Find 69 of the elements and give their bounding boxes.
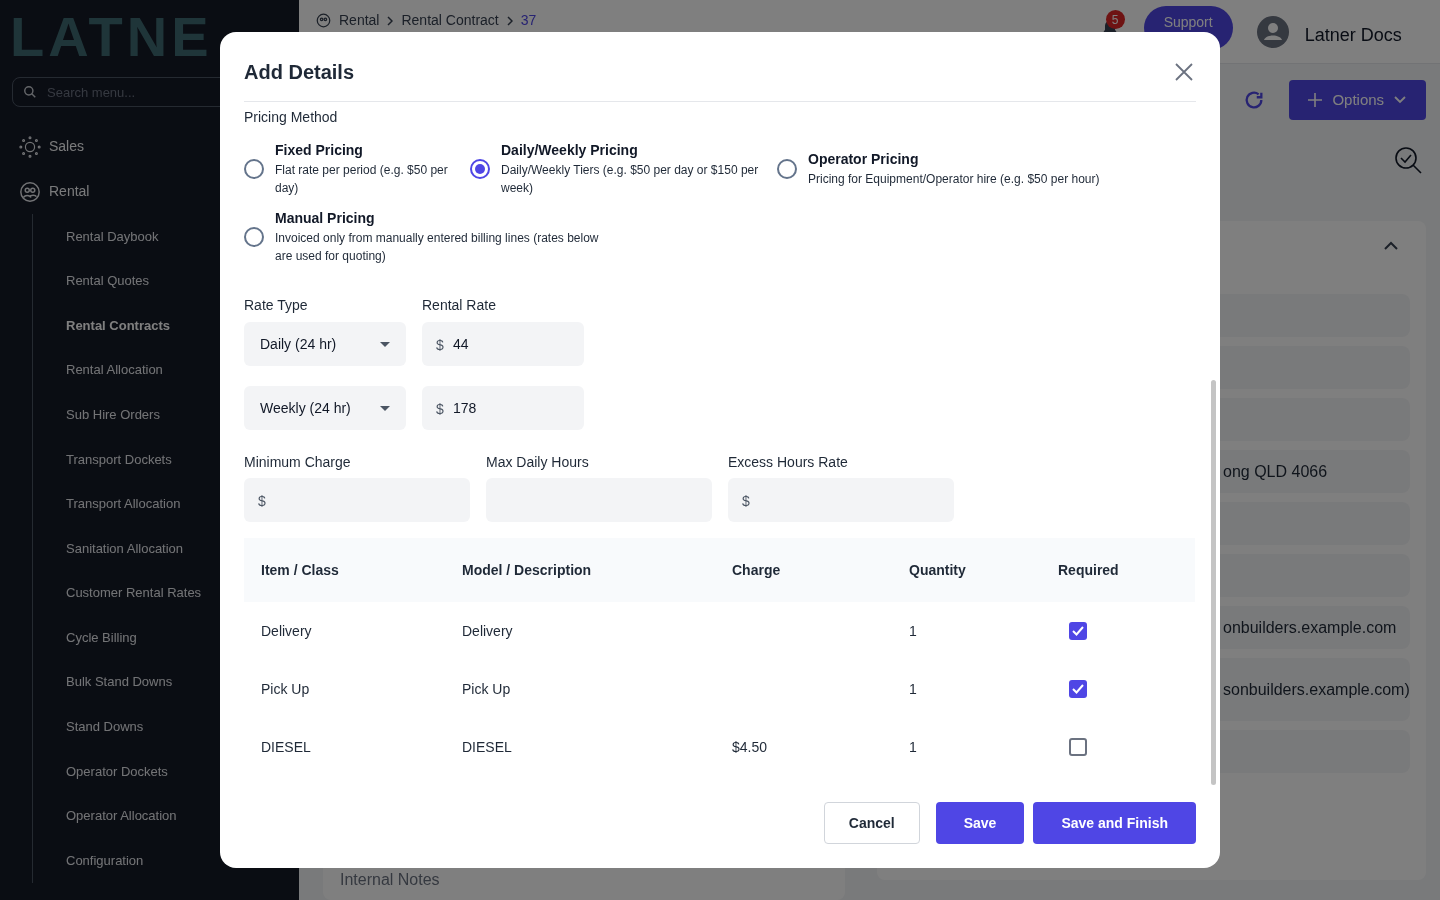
group-icon: [19, 180, 41, 203]
option-description: Pricing for Equipment/Operator hire (e.g. $50 per hour): [808, 171, 1100, 188]
option-title: Daily/Weekly Pricing: [501, 141, 639, 159]
user-name: Latner Docs: [1304, 24, 1402, 47]
table-cell-text: 1: [909, 621, 918, 641]
search-icon: [23, 85, 37, 99]
notes-label: Internal Notes: [340, 870, 440, 890]
field-label: Excess Hours Rate: [728, 453, 849, 472]
dialog-button[interactable]: Save: [935, 802, 1025, 844]
check-icon: [1072, 684, 1084, 694]
radio-button[interactable]: [470, 159, 490, 179]
table-cell-text: Delivery: [261, 621, 313, 641]
options-button[interactable]: Options: [1288, 80, 1426, 120]
search-check-icon: [1393, 146, 1424, 176]
chevron-down-icon: [1394, 96, 1407, 104]
table-cell-text: $4.50: [732, 737, 769, 757]
avatar-icon: [1256, 16, 1289, 48]
table-cell-text: 1: [909, 679, 918, 699]
dialog-button[interactable]: Cancel: [823, 802, 920, 844]
checkbox[interactable]: [1069, 680, 1087, 698]
group-icon: [316, 13, 331, 28]
table-cell-text: DIESEL: [261, 737, 312, 757]
checkbox[interactable]: [1069, 622, 1087, 640]
option-title: Fixed Pricing: [275, 141, 364, 159]
checkbox[interactable]: [1069, 738, 1087, 756]
option-description: Flat rate per period (e.g. $50 per day): [275, 162, 449, 197]
plus-icon: [1308, 93, 1323, 107]
option-title: Manual Pricing: [275, 209, 376, 227]
chevron-up-icon: [1383, 241, 1398, 250]
chevron-right-icon: [387, 15, 394, 26]
radio-button[interactable]: [244, 159, 264, 179]
dialog-button[interactable]: Save and Finish: [1033, 802, 1196, 844]
column-header: Item / Class: [261, 560, 340, 580]
currency-prefix: $: [742, 492, 750, 511]
caret-icon: [380, 405, 390, 411]
field-label: Rental Rate: [422, 296, 497, 315]
option-description: Daily/Weekly Tiers (e.g. $50 per day or $150 per week): [501, 162, 760, 197]
rate-type-dropdown[interactable]: Daily (24 hr): [244, 322, 406, 366]
option-description: Invoiced only from manually entered billing lines (rates below are used for quoting): [275, 230, 600, 265]
close-icon: [1175, 62, 1193, 81]
table-cell-text: DIESEL: [462, 737, 513, 757]
network-icon: [19, 135, 41, 158]
table-cell-text: Pick Up: [462, 679, 512, 699]
field-label: Minimum Charge: [244, 453, 352, 472]
column-header: Quantity: [909, 560, 967, 580]
breadcrumb-link[interactable]: Rental Contract: [401, 10, 499, 31]
column-header: Model / Description: [462, 560, 593, 580]
currency-prefix: $: [258, 492, 266, 511]
field-label: Rate Type: [244, 296, 309, 315]
table-cell-text: Delivery: [462, 621, 514, 641]
caret-icon: [380, 341, 390, 347]
currency-prefix: $: [436, 336, 444, 355]
rate-type-dropdown[interactable]: Weekly (24 hr): [244, 386, 406, 430]
breadcrumb-link[interactable]: 37: [520, 10, 537, 31]
scrollbar[interactable]: [1211, 380, 1216, 785]
check-icon: [1072, 626, 1084, 636]
currency-prefix: $: [436, 400, 444, 419]
chevron-right-icon: [506, 15, 513, 26]
radio-button[interactable]: [777, 159, 797, 179]
column-header: Charge: [732, 560, 782, 580]
breadcrumb-link[interactable]: Rental: [339, 10, 380, 31]
notification-badge: 5: [1105, 10, 1125, 29]
section-label: Pricing Method: [244, 108, 339, 127]
radio-button[interactable]: [244, 227, 264, 247]
column-header: Required: [1058, 560, 1120, 580]
table-cell-text: Pick Up: [261, 679, 311, 699]
option-title: Operator Pricing: [808, 150, 920, 168]
field-label: Max Daily Hours: [486, 453, 590, 472]
table-cell-text: 1: [909, 737, 918, 757]
